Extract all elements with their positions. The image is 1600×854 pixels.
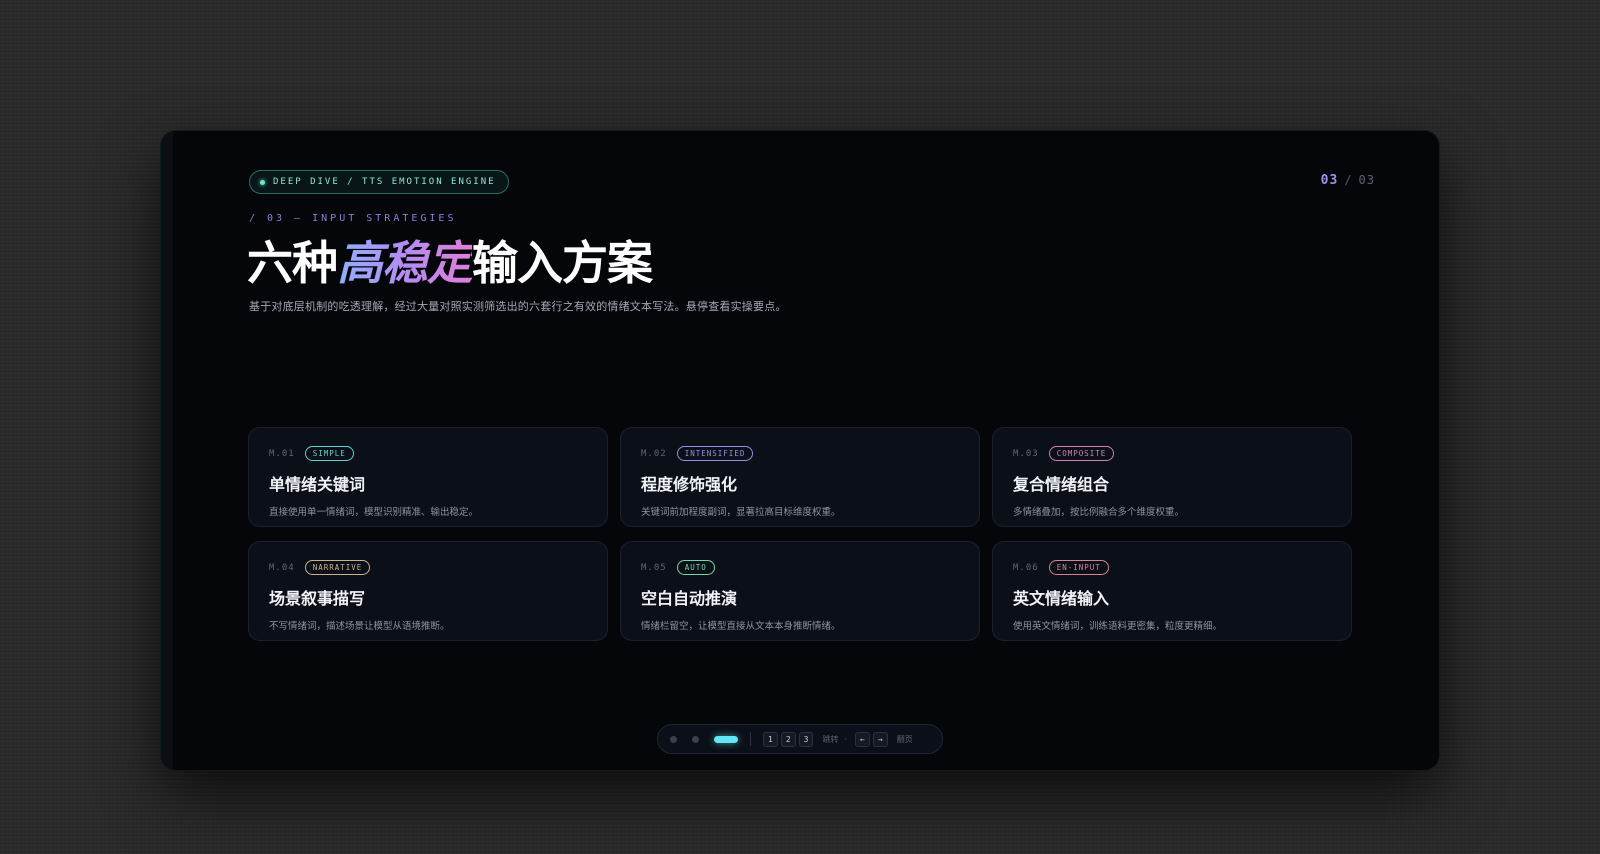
- card-description: 使用英文情绪词，训练语料更密集，粒度更精细。: [1013, 621, 1223, 632]
- nav-divider: [750, 732, 751, 746]
- card-tag: NARRATIVE: [304, 560, 371, 575]
- badge-dot-icon: [260, 179, 265, 185]
- nav-dot-3-active[interactable]: [714, 735, 738, 743]
- strategy-card-m02[interactable]: M.02 INTENSIFIED 程度修饰强化 关键词前加程度副词，显著拉高目标维…: [620, 427, 980, 527]
- section-badge: DEEP DIVE / TTS EMOTION ENGINE: [249, 170, 509, 194]
- slide: DEEP DIVE / TTS EMOTION ENGINE 03 / 03 / 0…: [160, 130, 1440, 771]
- card-number: M.06: [1013, 562, 1039, 573]
- nav-dot-2[interactable]: [692, 735, 699, 743]
- title-suffix: 输入方案: [472, 236, 653, 290]
- nav-dash: ·: [844, 734, 848, 744]
- title-highlight: 高稳定: [337, 236, 473, 290]
- card-description: 直接使用单一情绪词，模型识别精准、输出稳定。: [269, 507, 479, 518]
- strategy-cards: M.01 SIMPLE 单情绪关键词 直接使用单一情绪词，模型识别精准、输出稳定。…: [248, 427, 1352, 641]
- card-description: 多情绪叠加，按比例融合多个维度权重。: [1013, 507, 1185, 518]
- slide-navigation: 1 2 3 跳转 · ← → 翻页: [657, 724, 943, 754]
- strategy-card-m03[interactable]: M.03 COMPOSITE 复合情绪组合 多情绪叠加，按比例融合多个维度权重。: [992, 427, 1352, 527]
- jump-label: 跳转: [822, 734, 839, 744]
- page-counter: 03 / 03: [1321, 173, 1375, 188]
- section-eyebrow: / 03 — INPUT STRATEGIES: [249, 213, 457, 224]
- card-title: 单情绪关键词: [269, 475, 366, 494]
- next-key[interactable]: →: [872, 731, 888, 747]
- card-title: 英文情绪输入: [1013, 589, 1110, 608]
- flip-label: 翻页: [896, 734, 913, 744]
- card-tag: AUTO: [676, 560, 715, 575]
- key-2[interactable]: 2: [780, 731, 796, 747]
- page-title: 六种高稳定输入方案: [247, 235, 653, 291]
- page-subtitle: 基于对底层机制的吃透理解，经过大量对照实测筛选出的六套行之有效的情绪文本写法。悬…: [249, 300, 787, 313]
- badge-label: DEEP DIVE / TTS EMOTION ENGINE: [273, 177, 496, 187]
- card-tag: EN-INPUT: [1048, 560, 1109, 575]
- page-separator: /: [1344, 173, 1353, 187]
- card-number: M.03: [1013, 448, 1039, 459]
- title-prefix: 六种: [247, 236, 338, 290]
- strategy-card-m05[interactable]: M.05 AUTO 空白自动推演 情绪栏留空，让模型直接从文本本身推断情绪。: [620, 541, 980, 641]
- prev-key[interactable]: ←: [855, 731, 870, 747]
- card-description: 关键词前加程度副词，显著拉高目标维度权重。: [641, 507, 841, 518]
- strategy-card-m04[interactable]: M.04 NARRATIVE 场景叙事描写 不写情绪词，描述场景让模型从语境推断。: [248, 541, 608, 641]
- card-number: M.02: [641, 448, 667, 459]
- left-edge-strip: [161, 131, 173, 770]
- card-number: M.01: [269, 448, 295, 459]
- card-title: 空白自动推演: [641, 589, 738, 608]
- card-description: 情绪栏留空，让模型直接从文本本身推断情绪。: [641, 621, 841, 632]
- card-tag: INTENSIFIED: [676, 446, 754, 461]
- nav-dot-1[interactable]: [670, 735, 677, 743]
- card-number: M.04: [269, 562, 295, 573]
- strategy-card-m06[interactable]: M.06 EN-INPUT 英文情绪输入 使用英文情绪词，训练语料更密集，粒度更精…: [992, 541, 1352, 641]
- key-3[interactable]: 3: [798, 731, 814, 747]
- page-current: 03: [1320, 173, 1339, 188]
- strategy-card-m01[interactable]: M.01 SIMPLE 单情绪关键词 直接使用单一情绪词，模型识别精准、输出稳定。: [248, 427, 608, 527]
- card-title: 程度修饰强化: [641, 475, 738, 494]
- key-1[interactable]: 1: [763, 731, 778, 747]
- card-title: 复合情绪组合: [1013, 475, 1110, 494]
- card-number: M.05: [641, 562, 667, 573]
- card-title: 场景叙事描写: [269, 589, 366, 608]
- card-tag: SIMPLE: [304, 446, 354, 461]
- card-tag: COMPOSITE: [1048, 446, 1115, 461]
- card-description: 不写情绪词，描述场景让模型从语境推断。: [269, 621, 450, 632]
- page-total: 03: [1358, 173, 1375, 187]
